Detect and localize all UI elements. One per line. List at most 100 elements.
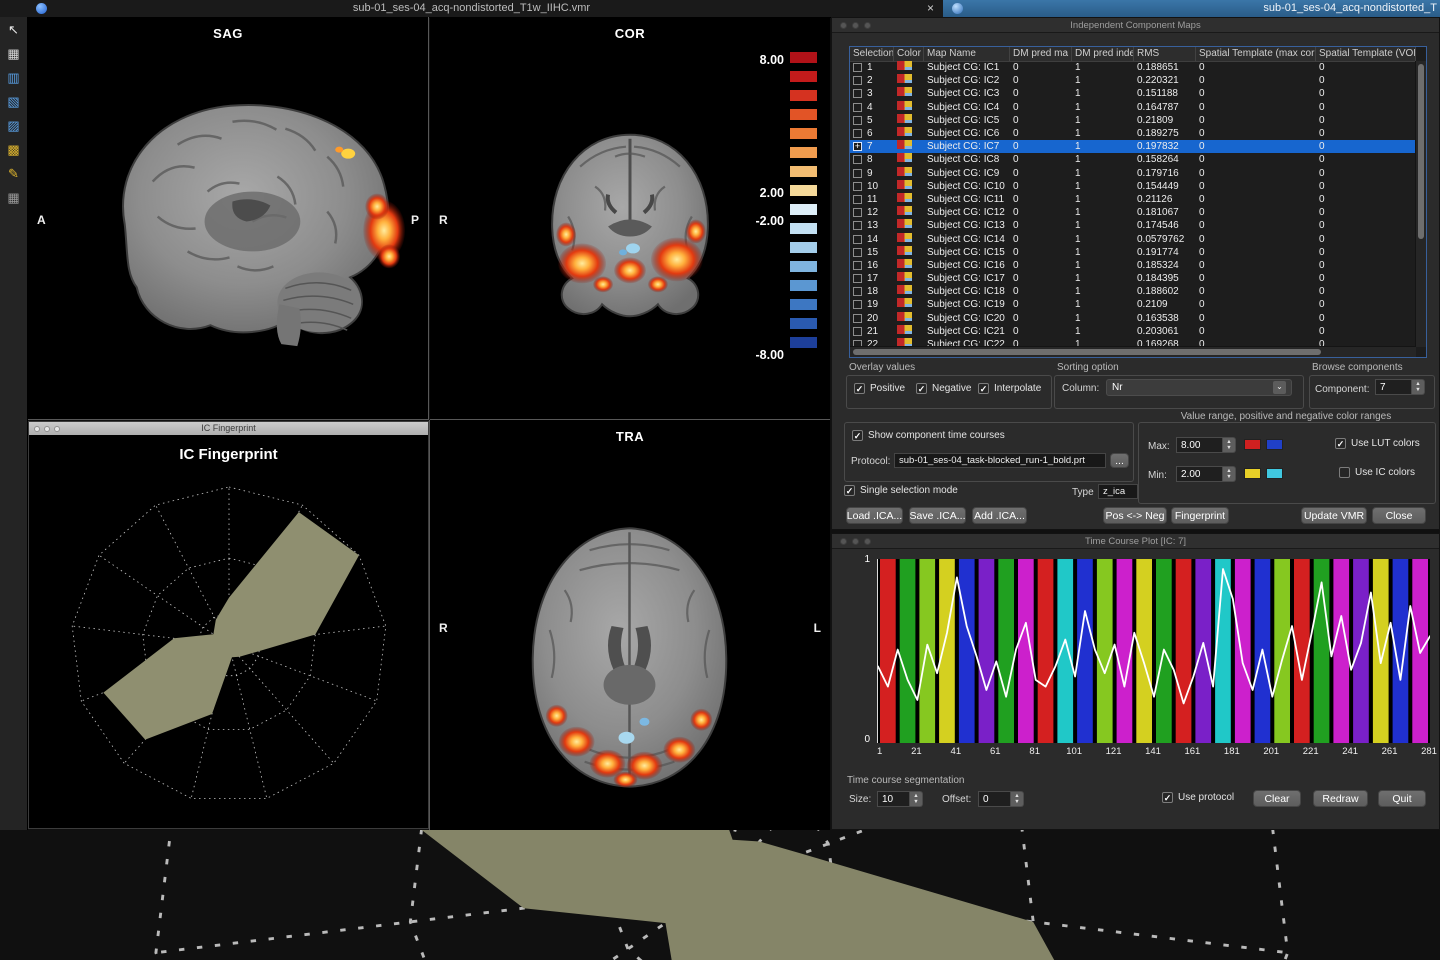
- spinner-arrows-icon[interactable]: ▲▼: [1223, 437, 1236, 453]
- row-checkbox[interactable]: [853, 208, 862, 217]
- column-header[interactable]: Spatial Template (VOI: [1316, 47, 1416, 61]
- timecourse-plot[interactable]: [877, 559, 1430, 743]
- table-row[interactable]: 11Subject CG: IC11010.2112600: [850, 193, 1416, 206]
- use-lut-colors-checkbox[interactable]: ✓Use LUT colors: [1335, 438, 1420, 449]
- show-timecourses-checkbox[interactable]: ✓Show component time courses: [852, 430, 1005, 441]
- table-row[interactable]: 13Subject CG: IC13010.17454600: [850, 219, 1416, 232]
- spinner-arrows-icon[interactable]: ▲▼: [1011, 791, 1024, 807]
- fingerprint-titlebar[interactable]: IC Fingerprint: [29, 422, 428, 435]
- single-selection-checkbox[interactable]: ✓Single selection mode: [844, 485, 958, 496]
- table-row[interactable]: 16Subject CG: IC16010.18532400: [850, 259, 1416, 272]
- row-checkbox[interactable]: [853, 274, 862, 283]
- table-row[interactable]: 1Subject CG: IC1010.18865100: [850, 61, 1416, 74]
- table-row[interactable]: 4Subject CG: IC4010.16478700: [850, 101, 1416, 114]
- marker-tool-icon[interactable]: ✎: [6, 166, 22, 182]
- positive-color-swatch[interactable]: [1244, 439, 1261, 450]
- table-row[interactable]: 19Subject CG: IC19010.210900: [850, 298, 1416, 311]
- component-spinner[interactable]: 7 ▲▼: [1375, 379, 1425, 395]
- close-button[interactable]: Close: [1372, 507, 1426, 524]
- column-header[interactable]: RMS: [1134, 47, 1196, 61]
- table-row[interactable]: 2Subject CG: IC2010.22032100: [850, 74, 1416, 87]
- row-checkbox[interactable]: [853, 76, 862, 85]
- save-ica-button[interactable]: Save .ICA...: [909, 507, 966, 524]
- max-spinner[interactable]: 8.00 ▲▼: [1176, 437, 1236, 453]
- clear-button[interactable]: Clear: [1253, 790, 1301, 807]
- column-header[interactable]: Color: [894, 47, 924, 61]
- table-row[interactable]: 21Subject CG: IC21010.20306100: [850, 325, 1416, 338]
- row-checkbox[interactable]: [853, 261, 862, 270]
- positive-min-color-swatch[interactable]: [1244, 468, 1261, 479]
- table-row[interactable]: 17Subject CG: IC17010.18439500: [850, 272, 1416, 285]
- row-checkbox[interactable]: [853, 169, 862, 178]
- row-checkbox[interactable]: [853, 221, 862, 230]
- min-spinner[interactable]: 2.00 ▲▼: [1176, 466, 1236, 482]
- add-ica-button[interactable]: Add .ICA...: [972, 507, 1027, 524]
- sag-view[interactable]: SAG A P: [28, 17, 429, 420]
- icm-titlebar[interactable]: Independent Component Maps: [832, 18, 1439, 33]
- pos-neg-button[interactable]: Pos <-> Neg: [1103, 507, 1167, 524]
- row-checkbox[interactable]: [853, 103, 862, 112]
- volume-tool-icon[interactable]: ▧: [6, 94, 22, 110]
- row-checkbox[interactable]: [853, 287, 862, 296]
- row-checkbox[interactable]: [853, 116, 862, 125]
- cor-view[interactable]: COR R 8.00 2.00 -2.00 -8.00: [430, 17, 830, 420]
- vertical-scrollbar[interactable]: [1415, 61, 1426, 347]
- table-row[interactable]: 6Subject CG: IC6010.18927500: [850, 127, 1416, 140]
- tra-view[interactable]: TRA R L: [429, 420, 830, 830]
- grid-view-icon[interactable]: ▦: [6, 46, 22, 62]
- table-row[interactable]: 20Subject CG: IC20010.16353800: [850, 312, 1416, 325]
- table-row[interactable]: 9Subject CG: IC9010.17971600: [850, 167, 1416, 180]
- table-row[interactable]: 12Subject CG: IC12010.18106700: [850, 206, 1416, 219]
- size-spinner[interactable]: 10 ▲▼: [877, 791, 923, 807]
- row-checkbox[interactable]: [853, 89, 862, 98]
- browse-protocol-button[interactable]: ...: [1110, 453, 1129, 468]
- table-row[interactable]: 14Subject CG: IC14010.057976200: [850, 232, 1416, 245]
- table-row[interactable]: 3Subject CG: IC3010.15118800: [850, 87, 1416, 100]
- row-checkbox[interactable]: [853, 327, 862, 336]
- use-ic-colors-checkbox[interactable]: Use IC colors: [1339, 467, 1415, 478]
- interpolate-checkbox[interactable]: ✓Interpolate: [978, 383, 1041, 394]
- spinner-arrows-icon[interactable]: ▲▼: [910, 791, 923, 807]
- column-header[interactable]: Map Name: [924, 47, 1010, 61]
- table-row[interactable]: 5Subject CG: IC5010.2180900: [850, 114, 1416, 127]
- table-header[interactable]: SelectionColorMap NameDM pred maDM pred …: [850, 47, 1416, 62]
- column-header[interactable]: DM pred inde: [1072, 47, 1134, 61]
- quit-button[interactable]: Quit: [1378, 790, 1426, 807]
- column-header[interactable]: DM pred ma: [1010, 47, 1072, 61]
- table-row[interactable]: +7Subject CG: IC7010.19783200: [850, 140, 1416, 153]
- spinner-arrows-icon[interactable]: ▲▼: [1223, 466, 1236, 482]
- timecourse-titlebar[interactable]: Time Course Plot [IC: 7]: [832, 534, 1439, 549]
- component-table[interactable]: SelectionColorMap NameDM pred maDM pred …: [849, 46, 1427, 358]
- row-checkbox[interactable]: [853, 129, 862, 138]
- overlay-tool-icon[interactable]: ▦: [6, 190, 22, 206]
- mesh-tool-icon[interactable]: ▨: [6, 118, 22, 134]
- row-expand-box[interactable]: +: [853, 142, 862, 151]
- row-checkbox[interactable]: [853, 182, 862, 191]
- table-row[interactable]: 10Subject CG: IC10010.15444900: [850, 180, 1416, 193]
- offset-spinner[interactable]: 0 ▲▼: [978, 791, 1024, 807]
- row-checkbox[interactable]: [853, 155, 862, 164]
- column-header[interactable]: Selection: [850, 47, 894, 61]
- table-row[interactable]: 8Subject CG: IC8010.15826400: [850, 153, 1416, 166]
- load-ica-button[interactable]: Load .ICA...: [846, 507, 903, 524]
- column-header[interactable]: Spatial Template (max cor: [1196, 47, 1316, 61]
- update-vmr-button[interactable]: Update VMR: [1301, 507, 1367, 524]
- positive-checkbox[interactable]: ✓Positive: [854, 383, 905, 394]
- row-checkbox[interactable]: [853, 63, 862, 72]
- table-row[interactable]: 18Subject CG: IC18010.18860200: [850, 285, 1416, 298]
- row-checkbox[interactable]: [853, 195, 862, 204]
- protocol-field[interactable]: sub-01_ses-04_task-blocked_run-1_bold.pr…: [894, 453, 1106, 468]
- left-window-titlebar[interactable]: sub-01_ses-04_acq-nondistorted_T1w_IIHC.…: [0, 0, 943, 18]
- negative-color-swatch[interactable]: [1266, 439, 1283, 450]
- slice-view-icon[interactable]: ▥: [6, 70, 22, 86]
- fingerprint-window[interactable]: IC Fingerprint IC Fingerprint: [28, 421, 429, 829]
- paint-tool-icon[interactable]: ▩: [6, 142, 22, 158]
- negative-checkbox[interactable]: ✓Negative: [916, 383, 971, 394]
- use-protocol-checkbox[interactable]: ✓Use protocol: [1162, 792, 1234, 803]
- horizontal-scrollbar[interactable]: [850, 346, 1416, 357]
- sort-column-select[interactable]: Nr ⌄: [1106, 379, 1292, 396]
- row-checkbox[interactable]: [853, 314, 862, 323]
- row-checkbox[interactable]: [853, 300, 862, 309]
- fingerprint-button[interactable]: Fingerprint: [1171, 507, 1229, 524]
- pointer-tool-icon[interactable]: ↖: [6, 22, 22, 38]
